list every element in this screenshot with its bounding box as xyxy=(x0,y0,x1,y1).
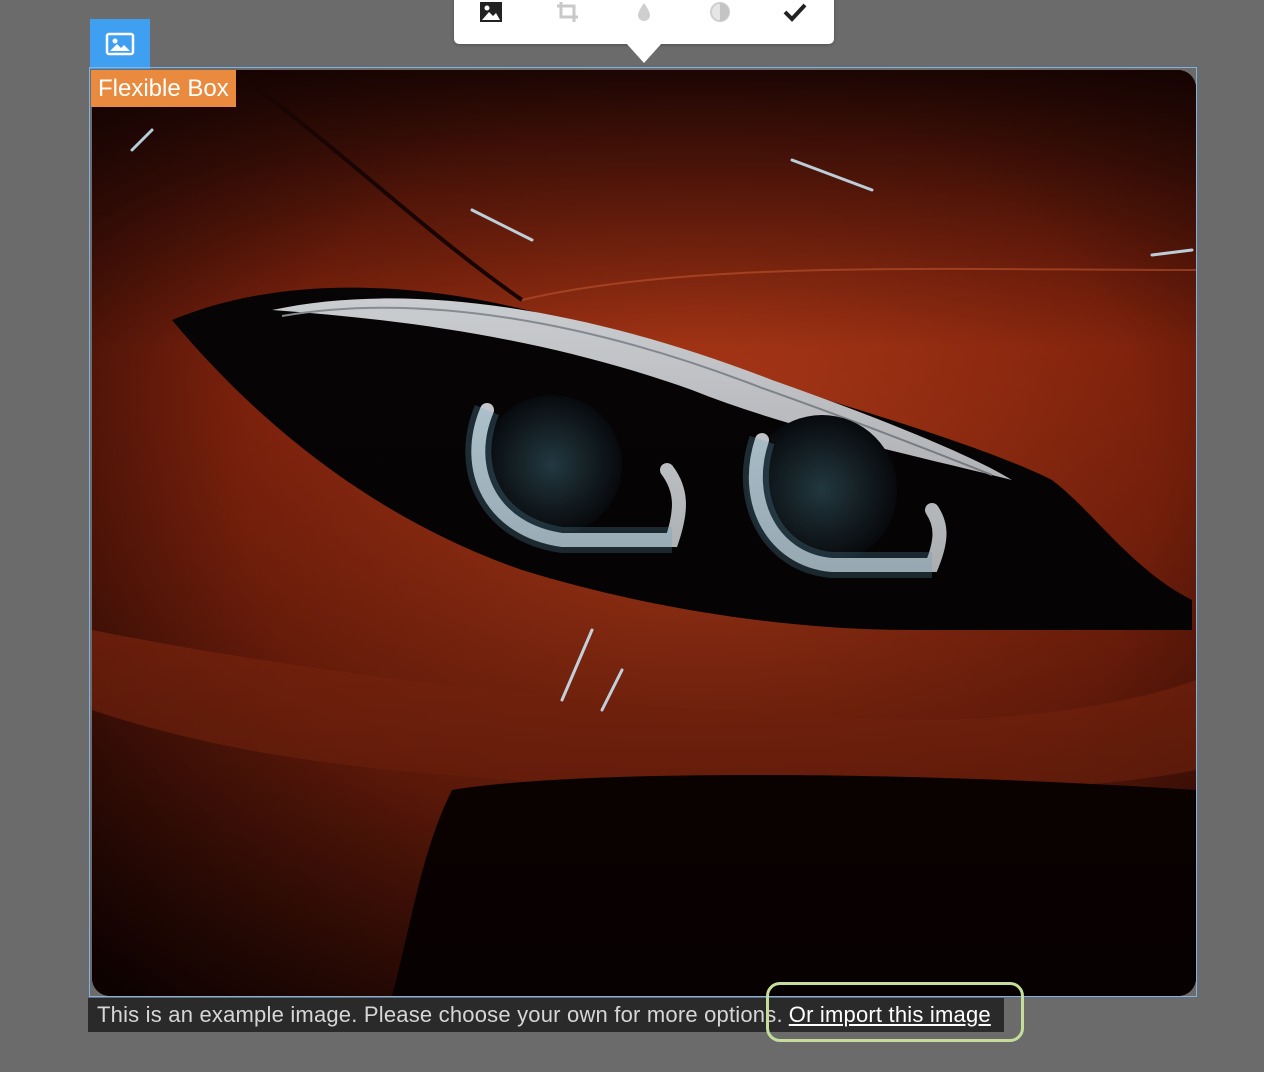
image-toolbar xyxy=(454,0,834,44)
crop-icon[interactable] xyxy=(550,0,586,26)
import-image-link[interactable]: Or import this image xyxy=(789,1002,991,1027)
contrast-icon[interactable] xyxy=(702,0,738,26)
image-icon xyxy=(105,32,135,56)
caption-text: This is an example image. Please choose … xyxy=(97,1002,783,1027)
example-image-caption: This is an example image. Please choose … xyxy=(88,998,1004,1032)
example-image[interactable] xyxy=(92,70,1196,996)
block-type-label: Flexible Box xyxy=(91,70,236,107)
image-icon[interactable] xyxy=(473,0,509,26)
toolbar-pointer xyxy=(626,43,662,63)
blur-icon[interactable] xyxy=(626,0,662,26)
image-type-badge[interactable] xyxy=(90,19,150,69)
check-icon[interactable] xyxy=(777,0,813,26)
